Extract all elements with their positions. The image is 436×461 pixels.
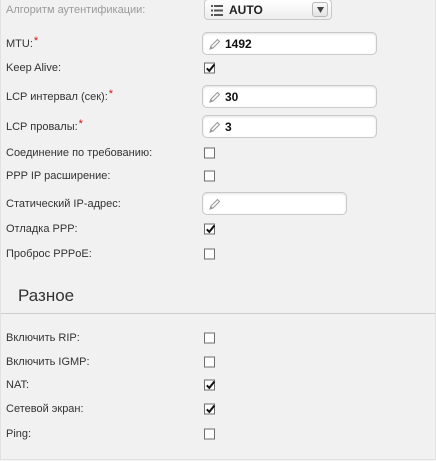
rip-row: Включить RIP: — [1, 326, 435, 350]
lcp-fail-field[interactable] — [202, 115, 377, 138]
lcp-interval-row: LCP интервал (сек):* — [1, 85, 435, 109]
static-ip-input[interactable] — [225, 195, 340, 212]
pppoe-label: Проброс PPPoE: — [6, 248, 92, 260]
keepalive-checkbox[interactable] — [204, 62, 216, 74]
debug-label: Отладка PPP: — [6, 223, 78, 235]
pppoe-row: Проброс PPPoE: — [1, 242, 435, 266]
static-ip-label: Статический IP-адрес: — [6, 198, 121, 210]
pencil-icon — [209, 91, 221, 103]
auth-algorithm-select[interactable]: AUTO — [204, 0, 332, 20]
nat-row: NAT: — [1, 373, 435, 397]
pencil-icon — [209, 121, 221, 133]
firewall-row: Сетевой экран: — [1, 397, 435, 421]
firewall-label: Сетевой экран: — [6, 403, 84, 415]
checkmark-icon — [206, 63, 216, 73]
lcp-fail-input[interactable] — [225, 118, 370, 135]
required-mark: * — [78, 118, 83, 130]
ip-ext-row: PPP IP расширение: — [1, 164, 435, 188]
debug-row: Отладка PPP: — [1, 217, 435, 241]
lcp-fail-label: LCP провалы:* — [6, 118, 83, 133]
igmp-row: Включить IGMP: — [1, 350, 435, 374]
pppoe-checkbox[interactable] — [204, 248, 215, 260]
checkmark-icon — [206, 404, 216, 414]
lcp-interval-field[interactable] — [202, 85, 377, 108]
ip-ext-label: PPP IP расширение: — [6, 170, 111, 182]
on-demand-row: Соединение по требованию: — [1, 141, 435, 165]
mtu-label: MTU:* — [6, 35, 39, 50]
static-ip-row: Статический IP-адрес: — [1, 192, 435, 216]
debug-checkbox[interactable] — [204, 223, 216, 235]
ping-checkbox[interactable] — [204, 428, 215, 440]
checkmark-icon — [206, 224, 216, 234]
mtu-field[interactable] — [202, 32, 377, 55]
igmp-label: Включить IGMP: — [6, 356, 90, 368]
keepalive-label: Keep Alive: — [6, 62, 62, 74]
settings-panel: Алгоритм аутентификации: AUTO MTU:* Keep… — [0, 0, 436, 460]
igmp-checkbox[interactable] — [204, 356, 215, 368]
mtu-input[interactable] — [225, 35, 370, 52]
section-title-misc: Разное — [18, 286, 75, 305]
checkmark-icon — [206, 380, 216, 390]
firewall-checkbox[interactable] — [204, 403, 216, 415]
rip-checkbox[interactable] — [204, 332, 215, 344]
keepalive-row: Keep Alive: — [1, 56, 435, 80]
rip-label: Включить RIP: — [6, 332, 80, 344]
pencil-icon — [209, 198, 221, 210]
ip-ext-checkbox[interactable] — [204, 170, 215, 182]
lcp-fail-row: LCP провалы:* — [1, 115, 435, 139]
nat-checkbox[interactable] — [204, 379, 216, 391]
on-demand-label: Соединение по требованию: — [6, 147, 153, 159]
ping-row: Ping: — [1, 422, 435, 446]
ping-label: Ping: — [6, 428, 32, 440]
section-divider — [1, 313, 435, 314]
static-ip-field[interactable] — [202, 192, 347, 215]
required-mark: * — [33, 35, 39, 47]
pencil-icon — [209, 38, 221, 50]
on-demand-checkbox[interactable] — [204, 147, 215, 159]
list-icon — [211, 5, 223, 16]
auth-algorithm-value: AUTO — [229, 3, 263, 17]
nat-label: NAT: — [6, 379, 30, 391]
lcp-interval-input[interactable] — [225, 88, 370, 105]
auth-algorithm-label: Алгоритм аутентификации: — [6, 4, 146, 16]
required-mark: * — [108, 88, 114, 100]
auth-algorithm-row: Алгоритм аутентификации: AUTO — [1, 0, 435, 22]
chevron-down-icon[interactable] — [312, 2, 328, 17]
mtu-row: MTU:* — [1, 32, 435, 56]
lcp-interval-label: LCP интервал (сек):* — [6, 88, 114, 103]
